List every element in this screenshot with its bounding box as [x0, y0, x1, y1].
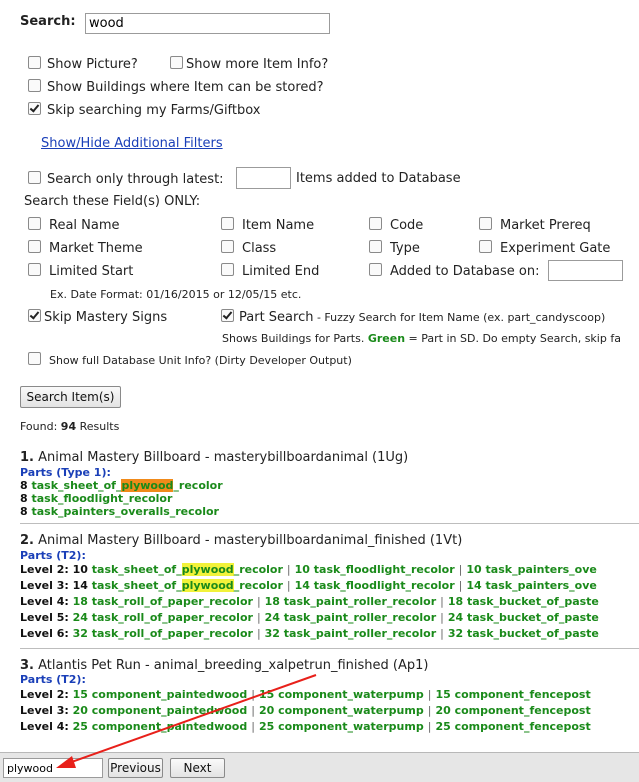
- annotation-arrow: [56, 674, 317, 768]
- arrow-shaft: [65, 674, 317, 765]
- arrow-head: [56, 756, 76, 768]
